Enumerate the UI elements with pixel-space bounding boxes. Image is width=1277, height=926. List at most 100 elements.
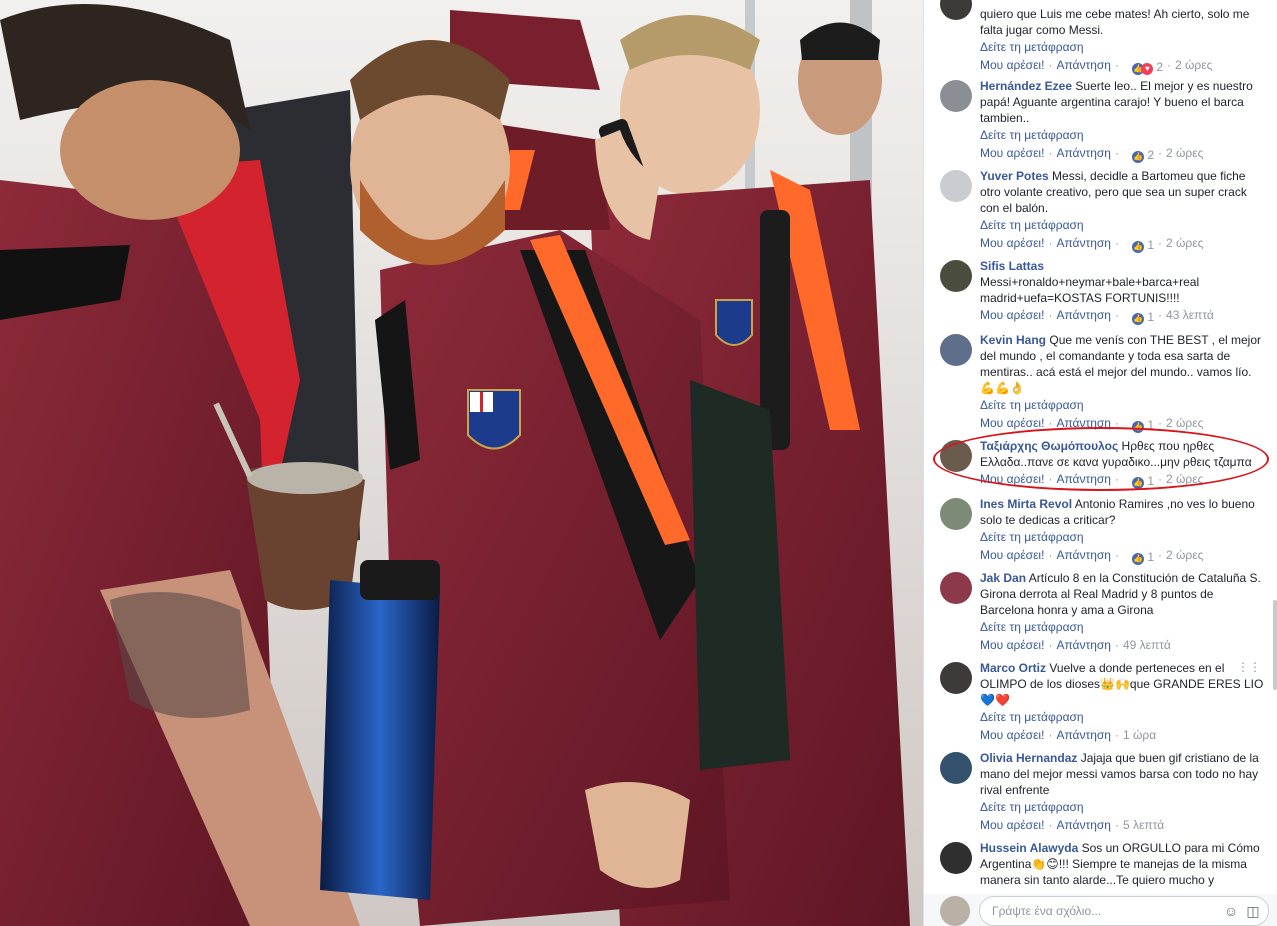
like-reaction-icon: 👍 (1132, 313, 1145, 325)
scrollbar[interactable] (1273, 600, 1277, 690)
timestamp[interactable]: 1 ώρα (1123, 728, 1156, 742)
like-link[interactable]: Μου αρέσει! (980, 818, 1044, 832)
reactions[interactable]: 👍 1 (1132, 236, 1154, 254)
comment-author[interactable]: Olivia Hernandaz (980, 751, 1077, 765)
like-link[interactable]: Μου αρέσει! (980, 548, 1044, 562)
comment-text: Hernández Ezee Suerte leo.. El mejor y e… (980, 79, 1253, 125)
smiley-icon[interactable]: ☺ (1222, 902, 1240, 920)
avatar[interactable] (940, 80, 972, 112)
timestamp[interactable]: 2 ώρες (1166, 146, 1203, 160)
comment-text: Ines Mirta Revol Antonio Ramires ,no ves… (980, 497, 1255, 527)
reply-link[interactable]: Απάντηση (1056, 146, 1111, 160)
timestamp[interactable]: 5 λεπτά (1123, 818, 1164, 832)
comment-actions: Μου αρέσει! · Απάντηση · 👍 1 · 2 ώρες (980, 416, 1204, 434)
reply-link[interactable]: Απάντηση (1056, 638, 1111, 652)
reactions[interactable]: 👍 ♥ 2 (1132, 58, 1163, 76)
see-translation-link[interactable]: Δείτε τη μετάφραση (980, 216, 1265, 234)
timestamp[interactable]: 43 λεπτά (1166, 308, 1214, 322)
comment-author[interactable]: Kevin Hang (980, 333, 1046, 347)
like-link[interactable]: Μου αρέσει! (980, 146, 1044, 160)
comment-actions: Μου αρέσει! · Απάντηση · 49 λεπτά (980, 638, 1171, 652)
like-reaction-icon: 👍 (1132, 151, 1145, 163)
see-translation-link[interactable]: Δείτε τη μετάφραση (980, 708, 1265, 726)
avatar[interactable] (940, 662, 972, 694)
comment-text: quiero que Luis me cebe mates! Ah cierto… (980, 7, 1250, 37)
comment-author[interactable]: Hernández Ezee (980, 79, 1072, 93)
see-translation-link[interactable]: Δείτε τη μετάφραση (980, 38, 1265, 56)
timestamp[interactable]: 2 ώρες (1166, 236, 1203, 250)
love-reaction-icon: ♥ (1141, 63, 1154, 75)
like-reaction-icon: 👍 (1132, 421, 1145, 433)
like-link[interactable]: Μου αρέσει! (980, 236, 1044, 250)
like-reaction-icon: 👍 (1132, 477, 1145, 489)
avatar[interactable] (940, 752, 972, 784)
reply-link[interactable]: Απάντηση (1056, 308, 1111, 322)
comment-text: Marco Ortiz Vuelve a donde perteneces en… (980, 661, 1264, 707)
like-link[interactable]: Μου αρέσει! (980, 472, 1044, 486)
comment-author[interactable]: Marco Ortiz (980, 661, 1046, 675)
reply-link[interactable]: Απάντηση (1056, 236, 1111, 250)
see-translation-link[interactable]: Δείτε τη μετάφραση (980, 396, 1265, 414)
timestamp[interactable]: 49 λεπτά (1123, 638, 1171, 652)
post-photo[interactable] (0, 0, 923, 926)
timestamp[interactable]: 2 ώρες (1166, 472, 1203, 486)
reply-link[interactable]: Απάντηση (1056, 818, 1111, 832)
comment-actions: Μου αρέσει! · Απάντηση · 👍 2 · 2 ώρες (980, 146, 1204, 164)
comment-text: Olivia Hernandaz Jajaja que buen gif cri… (980, 751, 1259, 797)
comment-actions: Μου αρέσει! · Απάντηση · 👍 ♥ 2 · 2 ώρες (980, 58, 1213, 76)
avatar[interactable] (940, 572, 972, 604)
avatar[interactable] (940, 170, 972, 202)
reply-link[interactable]: Απάντηση (1056, 416, 1111, 430)
comment-actions: Μου αρέσει! · Απάντηση · 👍 1 · 2 ώρες (980, 236, 1204, 254)
like-link[interactable]: Μου αρέσει! (980, 416, 1044, 430)
like-link[interactable]: Μου αρέσει! (980, 58, 1044, 72)
see-translation-link[interactable]: Δείτε τη μετάφραση (980, 528, 1265, 546)
comment-author[interactable]: Ταξιάρχης Θωμόπουλος (980, 439, 1118, 453)
comments-panel[interactable]: quiero que Luis me cebe mates! Ah cierto… (924, 0, 1277, 926)
players-photo-illustration (0, 0, 923, 926)
like-link[interactable]: Μου αρέσει! (980, 638, 1044, 652)
reply-link[interactable]: Απάντηση (1056, 58, 1111, 72)
timestamp[interactable]: 2 ώρες (1166, 416, 1203, 430)
see-translation-link[interactable]: Δείτε τη μετάφραση (980, 798, 1265, 816)
sticker-icon[interactable]: ◫ (1244, 902, 1262, 920)
reply-link[interactable]: Απάντηση (1056, 472, 1111, 486)
reactions[interactable]: 👍 1 (1132, 308, 1154, 326)
avatar[interactable] (940, 498, 972, 530)
comment-author[interactable]: Jak Dan (980, 571, 1026, 585)
like-link[interactable]: Μου αρέσει! (980, 308, 1044, 322)
reply-link[interactable]: Απάντηση (1056, 728, 1111, 742)
reactions[interactable]: 👍 1 (1132, 472, 1154, 490)
comment-composer: Γράψτε ένα σχόλιο... ☺ ◫ (924, 894, 1277, 926)
timestamp[interactable]: 2 ώρες (1166, 548, 1203, 562)
comment-actions: Μου αρέσει! · Απάντηση · 👍 1 · 2 ώρες (980, 472, 1204, 490)
like-reaction-icon: 👍 (1132, 241, 1145, 253)
timestamp[interactable]: 2 ώρες (1175, 58, 1212, 72)
comment-text: Kevin Hang Que me venís con THE BEST , e… (980, 333, 1261, 395)
comment-actions: Μου αρέσει! · Απάντηση · 👍 1 · 2 ώρες (980, 548, 1204, 566)
like-link[interactable]: Μου αρέσει! (980, 728, 1044, 742)
more-options-icon[interactable]: ⋮⋮ (1237, 660, 1261, 674)
comment-placeholder: Γράψτε ένα σχόλιο... (992, 904, 1102, 918)
avatar[interactable] (940, 440, 972, 472)
avatar[interactable] (940, 334, 972, 366)
reply-link[interactable]: Απάντηση (1056, 548, 1111, 562)
comment-author[interactable]: Yuver Potes (980, 169, 1049, 183)
comment-author[interactable]: Sifis Lattas (980, 259, 1044, 273)
avatar[interactable] (940, 842, 972, 874)
comment-actions: Μου αρέσει! · Απάντηση · 5 λεπτά (980, 818, 1165, 832)
comment-text: Yuver Potes Messi, decidle a Bartomeu qu… (980, 169, 1247, 215)
see-translation-link[interactable]: Δείτε τη μετάφραση (980, 126, 1265, 144)
comment-author[interactable]: Hussein Alawyda (980, 841, 1078, 855)
comment-author[interactable]: Ines Mirta Revol (980, 497, 1072, 511)
like-reaction-icon: 👍 (1132, 553, 1145, 565)
avatar[interactable] (940, 0, 972, 20)
comment-actions: Μου αρέσει! · Απάντηση · 1 ώρα (980, 728, 1157, 742)
comment-input[interactable]: Γράψτε ένα σχόλιο... ☺ ◫ (979, 896, 1269, 926)
reactions[interactable]: 👍 2 (1132, 146, 1154, 164)
reactions[interactable]: 👍 1 (1132, 548, 1154, 566)
avatar[interactable] (940, 260, 972, 292)
reactions[interactable]: 👍 1 (1132, 416, 1154, 434)
comment-text: Ταξιάρχης Θωμόπουλος Ηρθες που ηρθες Ελλ… (980, 439, 1252, 469)
see-translation-link[interactable]: Δείτε τη μετάφραση (980, 618, 1265, 636)
